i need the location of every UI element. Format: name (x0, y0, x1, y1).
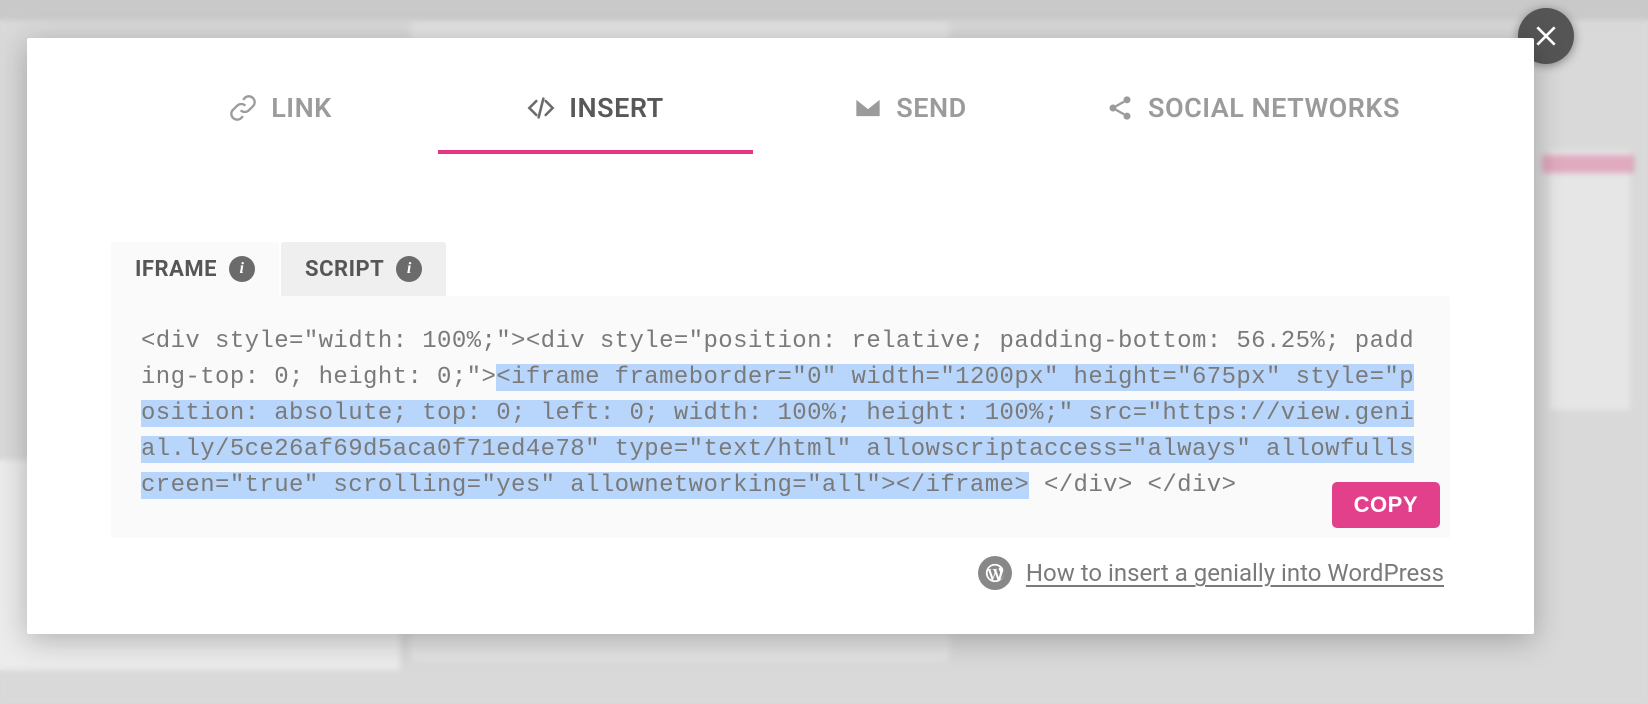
subtab-iframe-label: IFRAME (135, 257, 217, 282)
tab-send[interactable]: SEND (753, 78, 1068, 154)
close-icon (1533, 23, 1559, 49)
tab-link-label: LINK (271, 92, 332, 124)
info-icon[interactable]: i (229, 256, 255, 282)
help-link[interactable]: How to insert a genially into WordPress (1026, 559, 1444, 587)
copy-button[interactable]: COPY (1332, 482, 1440, 528)
mail-icon (854, 94, 882, 122)
tab-send-label: SEND (896, 92, 966, 124)
subtab-iframe[interactable]: IFRAME i (111, 242, 279, 296)
code-icon (527, 94, 555, 122)
wordpress-icon (978, 556, 1012, 590)
link-icon (229, 94, 257, 122)
share-icon (1106, 94, 1134, 122)
help-row: How to insert a genially into WordPress (111, 538, 1450, 590)
subtab-script[interactable]: SCRIPT i (281, 242, 446, 296)
tab-insert[interactable]: INSERT (438, 78, 753, 154)
subtab-script-label: SCRIPT (305, 257, 384, 282)
tab-social-label: SOCIAL NETWORKS (1148, 92, 1400, 124)
share-modal: LINK INSERT SEND SOCIAL NETWORKS IFRAME … (27, 38, 1534, 634)
embed-code-text[interactable]: <div style="width: 100%;"><div style="po… (141, 324, 1420, 504)
tab-link[interactable]: LINK (123, 78, 438, 154)
tab-content: IFRAME i SCRIPT i <div style="width: 100… (27, 154, 1534, 590)
tab-social[interactable]: SOCIAL NETWORKS (1068, 78, 1438, 154)
code-post: </div> </div> (1029, 472, 1236, 499)
sub-tabs: IFRAME i SCRIPT i (111, 242, 1450, 296)
tab-insert-label: INSERT (569, 92, 663, 124)
main-tabs: LINK INSERT SEND SOCIAL NETWORKS (27, 38, 1534, 154)
info-icon[interactable]: i (396, 256, 422, 282)
embed-code-box[interactable]: <div style="width: 100%;"><div style="po… (111, 296, 1450, 538)
